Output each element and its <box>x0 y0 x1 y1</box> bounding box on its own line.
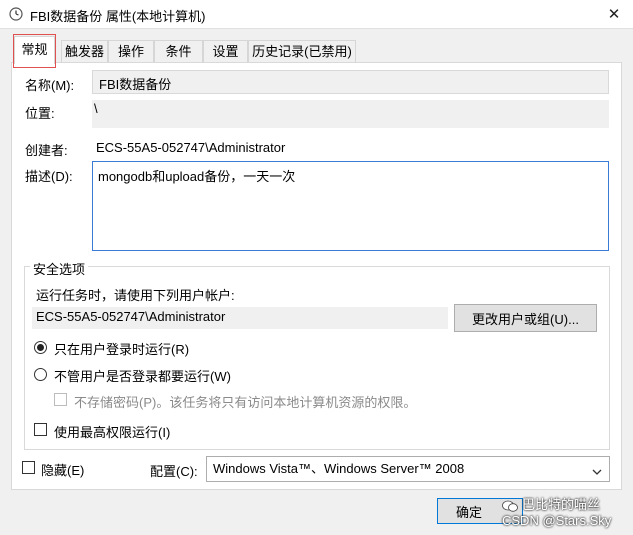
configure-label: 配置(C): <box>150 464 198 479</box>
tab-conditions[interactable]: 条件 <box>154 40 203 62</box>
tab-history[interactable]: 历史记录(已禁用) <box>248 40 356 62</box>
tab-settings[interactable]: 设置 <box>203 40 248 62</box>
chevron-down-icon <box>591 462 603 475</box>
window-title: FBI数据备份 属性(本地计算机) <box>30 9 206 24</box>
radio-logged-on-label[interactable]: 只在用户登录时运行(R) <box>54 339 189 358</box>
description-text: mongodb和upload备份，一天一次 <box>98 169 296 184</box>
change-user-button[interactable]: 更改用户或组(U)... <box>454 304 597 332</box>
watermark-credit: CSDN @Stars.Sky <box>502 513 612 528</box>
description-label: 描述(D): <box>25 169 73 184</box>
hidden-label[interactable]: 隐藏(E) <box>41 460 84 479</box>
location-field: \ <box>92 100 609 128</box>
no-store-password-checkbox[interactable] <box>54 393 67 406</box>
radio-logged-on[interactable] <box>34 341 47 354</box>
name-field[interactable]: FBI数据备份 <box>92 70 609 94</box>
security-options-title: 安全选项 <box>30 259 89 278</box>
tab-general[interactable]: 常规 <box>14 36 55 64</box>
hidden-checkbox[interactable] <box>22 461 35 474</box>
account-field: ECS-55A5-052747\Administrator <box>32 307 448 329</box>
configure-select[interactable]: Windows Vista™、Windows Server™ 2008 <box>206 456 610 482</box>
close-button[interactable]: ✕ <box>600 0 628 28</box>
configure-value: Windows Vista™、Windows Server™ 2008 <box>213 461 465 476</box>
watermark-title: 巴比特的喵丝 <box>522 497 601 512</box>
tab-triggers[interactable]: 触发器 <box>61 40 108 62</box>
tab-actions[interactable]: 操作 <box>108 40 154 62</box>
location-value: \ <box>94 101 98 116</box>
author-label: 创建者: <box>25 143 68 158</box>
author-value: ECS-55A5-052747\Administrator <box>96 140 286 155</box>
radio-selected-dot <box>37 344 44 351</box>
name-label: 名称(M): <box>25 78 75 93</box>
location-label: 位置: <box>25 106 55 121</box>
radio-any-logon-label[interactable]: 不管用户是否登录都要运行(W) <box>54 366 231 385</box>
close-icon: ✕ <box>607 6 621 23</box>
wechat-logo-icon <box>502 500 518 512</box>
radio-any-logon[interactable] <box>34 368 47 381</box>
run-as-prompt: 运行任务时，请使用下列用户帐户: <box>36 288 235 303</box>
highest-privileges-checkbox[interactable] <box>34 423 47 436</box>
highest-privileges-label[interactable]: 使用最高权限运行(I) <box>54 422 170 441</box>
description-textarea[interactable]: mongodb和upload备份，一天一次 <box>92 161 609 251</box>
no-store-password-label: 不存储密码(P)。该任务将只有访问本地计算机资源的权限。 <box>74 395 417 410</box>
task-clock-icon <box>9 7 23 21</box>
